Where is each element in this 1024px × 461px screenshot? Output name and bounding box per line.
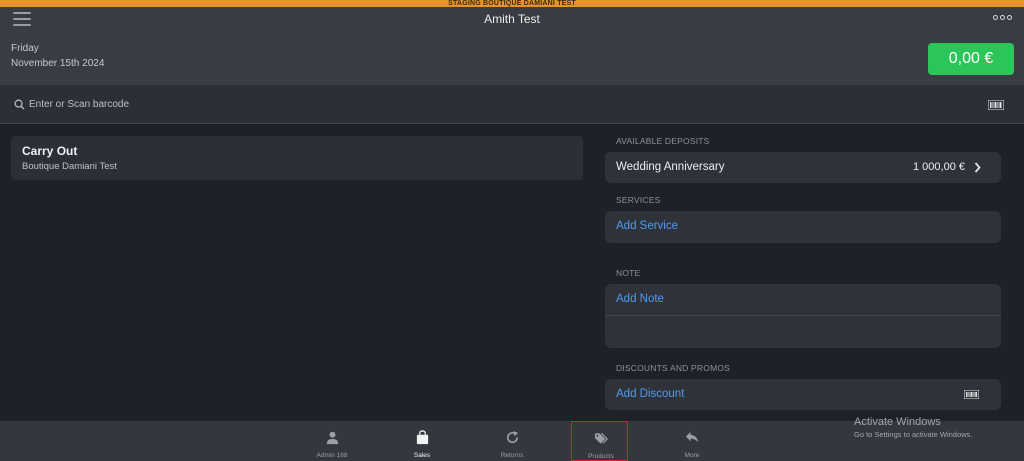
note-label: NOTE	[616, 268, 641, 278]
windows-activation-watermark: Activate Windows Go to Settings to activ…	[854, 416, 972, 439]
deposit-name: Wedding Anniversary	[616, 161, 725, 173]
refresh-icon	[507, 430, 519, 444]
note-panel: Add Note	[605, 284, 1001, 348]
watermark-subtitle: Go to Settings to activate Windows.	[854, 430, 973, 439]
nav-item-products[interactable]: Products	[571, 421, 628, 461]
discounts-label: DISCOUNTS AND PROMOS	[616, 363, 731, 373]
watermark-title: Activate Windows	[854, 416, 941, 428]
services-panel: Add Service	[605, 211, 1001, 243]
barcode-search-input[interactable]	[29, 96, 429, 112]
chevron-right-icon	[974, 162, 981, 173]
order-type: Carry Out	[22, 144, 78, 158]
barcode-scan-icon[interactable]	[964, 390, 979, 399]
user-icon	[326, 431, 339, 445]
nav-label: Returns	[500, 452, 524, 459]
nav-label: Sales	[413, 452, 431, 459]
nav-label: More	[684, 452, 700, 459]
page-title: Amith Test	[484, 12, 540, 26]
add-discount-button[interactable]: Add Discount	[616, 388, 684, 400]
nav-label: Products	[588, 453, 614, 460]
order-store: Boutique Damiani Test	[22, 161, 117, 172]
nav-label: Admin 168	[316, 452, 348, 459]
nav-item-sales[interactable]: Sales	[393, 421, 451, 461]
search-bar	[0, 85, 1024, 124]
add-service-button[interactable]: Add Service	[616, 220, 678, 232]
tags-icon	[594, 432, 608, 444]
discounts-panel: Add Discount	[605, 379, 1001, 410]
add-note-button[interactable]: Add Note	[616, 293, 664, 305]
total-amount-button[interactable]: 0,00 €	[928, 43, 1014, 75]
deposits-label: AVAILABLE DEPOSITS	[616, 136, 710, 146]
deposit-row[interactable]: Wedding Anniversary 1 000,00 €	[605, 152, 1001, 183]
barcode-scan-icon[interactable]	[988, 100, 1004, 110]
search-icon	[14, 99, 25, 110]
date-day: Friday	[11, 43, 39, 54]
reply-icon	[685, 431, 699, 443]
staging-banner: STAGING BOUTIQUE DAMIANI TEST	[0, 0, 1024, 7]
shopping-bag-icon	[416, 430, 429, 445]
nav-item-admin[interactable]: Admin 168	[303, 421, 361, 461]
deposit-amount: 1 000,00 €	[913, 161, 965, 173]
header: Amith Test Friday November 15th 2024 0,0…	[0, 7, 1024, 85]
note-divider	[605, 315, 1001, 316]
more-options-icon[interactable]	[993, 15, 1012, 20]
date-full: November 15th 2024	[11, 58, 105, 69]
order-type-card[interactable]: Carry Out Boutique Damiani Test	[11, 136, 583, 180]
services-label: SERVICES	[616, 195, 661, 205]
nav-item-returns[interactable]: Returns	[483, 421, 541, 461]
nav-item-more[interactable]: More	[663, 421, 721, 461]
